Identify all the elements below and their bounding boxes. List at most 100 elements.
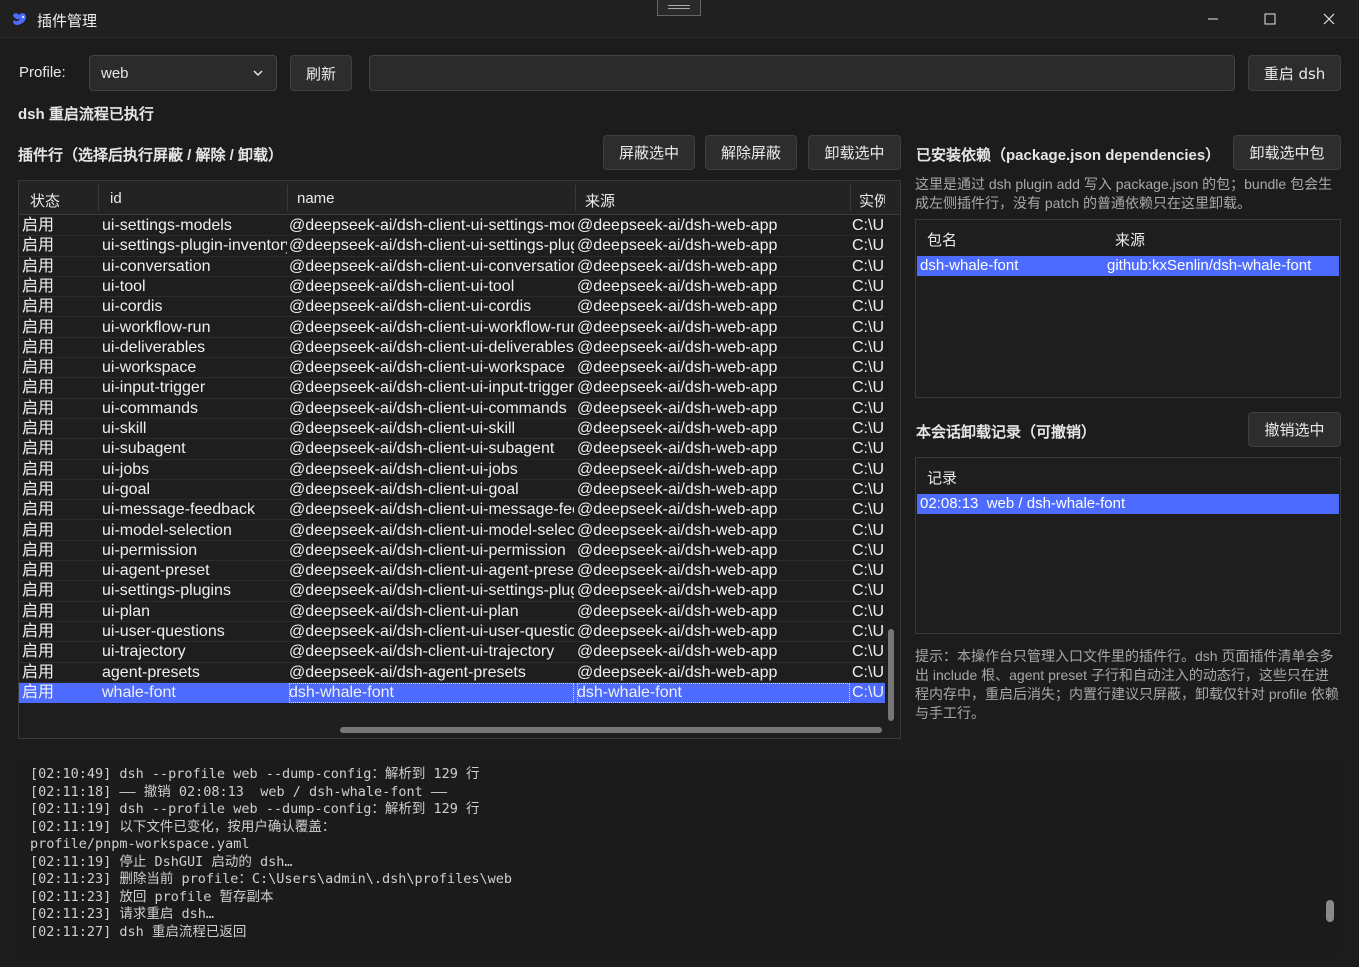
undo-selected-button[interactable]: 撤销选中	[1248, 412, 1341, 447]
log-line: profile/pnpm-workspace.yaml	[30, 836, 250, 852]
cell-path: C:\U	[852, 623, 884, 640]
cell-id: ui-settings-models	[102, 217, 232, 234]
cell-path: C:\U	[852, 257, 884, 275]
table-row[interactable]: 启用 ui-message-feedback @deepseek-ai/dsh-cl…	[19, 500, 885, 521]
profile-select-value: web	[101, 65, 129, 82]
cell-path: C:\U	[852, 643, 884, 661]
minimize-button[interactable]	[1184, 0, 1242, 38]
table-row[interactable]: 启用 ui-trajectory @deepseek-ai/dsh-client-u…	[19, 642, 885, 663]
table-row[interactable]: 启用 ui-commands @deepseek-ai/dsh-client-ui-…	[19, 399, 885, 419]
table-row[interactable]: 启用 ui-agent-preset @deepseek-ai/dsh-client…	[19, 561, 885, 582]
block-selected-button[interactable]: 屏蔽选中	[603, 135, 695, 170]
unblock-button[interactable]: 解除屏蔽	[705, 135, 797, 170]
plugins-section-title: 插件行（选择后执行屏蔽 / 解除 / 卸载）	[18, 147, 284, 164]
log-scrollbar[interactable]	[1326, 900, 1334, 922]
cell-state: 启用	[22, 501, 55, 519]
plugins-table: 状态 id name 来源 实例 启用 ui-settings-models @de…	[18, 180, 901, 739]
cell-id: ui-user-questions	[102, 623, 225, 640]
column-divider[interactable]	[98, 185, 99, 211]
cell-source: @deepseek-ai/dsh-web-app	[577, 480, 778, 498]
cell-state: 启用	[22, 379, 55, 397]
log-line: [02:11:19] dsh --profile web --dump-conf…	[30, 801, 480, 817]
table-row[interactable]: 启用 ui-plan @deepseek-ai/dsh-client-ui-plan…	[19, 602, 885, 622]
cell-name: @deepseek-ai/dsh-client-ui-commands	[289, 399, 567, 417]
table-row[interactable]: 启用 ui-permission @deepseek-ai/dsh-client-u…	[19, 541, 885, 562]
cell-state: 启用	[22, 237, 55, 255]
table-row[interactable]: 启用 ui-settings-plugins @deepseek-ai/dsh-cl…	[19, 581, 885, 602]
column-header-state[interactable]: 状态	[30, 190, 60, 211]
log-line: [02:11:23] 删除当前 profile：C:\Users\admin\.…	[30, 871, 513, 887]
table-row[interactable]: 启用 ui-skill @deepseek-ai/dsh-client-ui-ski…	[19, 419, 885, 440]
table-row[interactable]: 启用 ui-input-trigger @deepseek-ai/dsh-clien…	[19, 378, 885, 399]
table-row[interactable]: 启用 ui-model-selection @deepseek-ai/dsh-cli…	[19, 521, 885, 541]
vertical-scrollbar[interactable]	[888, 629, 894, 721]
uninstall-selected-button[interactable]: 卸载选中	[808, 135, 901, 170]
log-line: [02:11:23] 放回 profile 暂存副本	[30, 888, 274, 905]
column-header-id[interactable]: id	[110, 190, 122, 207]
table-row[interactable]: 启用 ui-workspace @deepseek-ai/dsh-client-ui…	[19, 358, 885, 379]
table-row[interactable]: 启用 ui-goal @deepseek-ai/dsh-client-ui-goal…	[19, 480, 885, 501]
table-row[interactable]: 启用 ui-conversation @deepseek-ai/dsh-client…	[19, 257, 885, 277]
cell-state: 启用	[22, 338, 55, 356]
column-divider[interactable]	[850, 185, 851, 211]
cell-source: @deepseek-ai/dsh-web-app	[577, 460, 778, 478]
log-output[interactable]: [02:10:49] dsh --profile web --dump-conf…	[18, 758, 1341, 957]
deps-row-name: dsh-whale-font	[920, 257, 1019, 274]
cell-name: @deepseek-ai/dsh-client-ui-cordis	[289, 298, 532, 316]
cell-name: @deepseek-ai/dsh-client-ui-tool	[289, 277, 515, 295]
drag-handle[interactable]	[657, 0, 701, 16]
column-header-source[interactable]: 来源	[585, 190, 615, 211]
log-line: [02:11:19] 停止 DshGUI 启动的 dsh…	[30, 853, 293, 870]
restart-dsh-button[interactable]: 重启 dsh	[1248, 55, 1341, 91]
table-row[interactable]: 启用 ui-tool @deepseek-ai/dsh-client-ui-tool…	[19, 277, 885, 298]
column-header-record[interactable]: 记录	[927, 467, 957, 488]
history-row[interactable]: 02:08:13 web / dsh-whale-font	[917, 494, 1339, 514]
table-row[interactable]: 启用 whale-font dsh-whale-font dsh-whale-font…	[19, 682, 885, 704]
column-header-name[interactable]: name	[297, 190, 335, 207]
cell-name: @deepseek-ai/dsh-client-ui-model-selecti…	[289, 521, 574, 539]
column-header-dep-source[interactable]: 来源	[1115, 229, 1145, 250]
close-button[interactable]	[1300, 0, 1358, 38]
cell-name: @deepseek-ai/dsh-client-ui-workspace	[289, 359, 565, 377]
cell-path: C:\U	[852, 277, 884, 295]
cell-source: @deepseek-ai/dsh-web-app	[577, 338, 778, 356]
table-row[interactable]: 启用 ui-cordis @deepseek-ai/dsh-client-ui-co…	[19, 297, 885, 318]
horizontal-scrollbar[interactable]	[340, 727, 882, 733]
history-list: 记录 02:08:13 web / dsh-whale-font	[915, 457, 1341, 634]
cell-state: 启用	[22, 663, 55, 681]
cell-path: C:\U	[852, 237, 884, 255]
column-header-package[interactable]: 包名	[927, 229, 957, 250]
table-row[interactable]: 启用 ui-user-questions @deepseek-ai/dsh-clie…	[19, 622, 885, 643]
table-row[interactable]: 启用 ui-subagent @deepseek-ai/dsh-client-ui-…	[19, 439, 885, 460]
cell-state: 启用	[22, 602, 55, 620]
table-row[interactable]: 启用 ui-settings-plugin-inventory @deepseek-…	[19, 236, 885, 257]
command-input[interactable]	[369, 55, 1235, 91]
cell-path: C:\U	[852, 562, 884, 580]
table-row[interactable]: 启用 ui-workflow-run @deepseek-ai/dsh-client…	[19, 318, 885, 338]
column-header-path[interactable]: 实例	[859, 190, 885, 211]
uninstall-package-button[interactable]: 卸载选中包	[1233, 135, 1341, 170]
table-row[interactable]: 启用 ui-deliverables @deepseek-ai/dsh-client…	[19, 338, 885, 359]
refresh-button[interactable]: 刷新	[290, 55, 352, 91]
table-row[interactable]: 启用 ui-settings-models @deepseek-ai/dsh-cli…	[19, 216, 885, 237]
cell-source: @deepseek-ai/dsh-web-app	[577, 399, 778, 417]
close-icon	[1323, 13, 1335, 25]
cell-source: @deepseek-ai/dsh-web-app	[577, 541, 778, 559]
cell-name: @deepseek-ai/dsh-client-ui-settings-plug…	[289, 237, 574, 255]
cell-state: 启用	[22, 683, 55, 701]
cell-path: C:\U	[852, 359, 884, 377]
cell-path: C:\U	[852, 541, 884, 559]
cell-path: C:\U	[852, 602, 884, 620]
table-row[interactable]: 启用 agent-presets @deepseek-ai/dsh-agent-pr…	[19, 663, 885, 683]
deps-row[interactable]: dsh-whale-font github:kxSenlin/dsh-whale…	[917, 256, 1339, 276]
cell-source: @deepseek-ai/dsh-web-app	[577, 420, 778, 437]
table-row[interactable]: 启用 ui-jobs @deepseek-ai/dsh-client-ui-jobs…	[19, 460, 885, 480]
cell-state: 启用	[22, 460, 55, 478]
deps-description: 这里是通过 dsh plugin add 写入 package.json 的包；…	[915, 176, 1333, 211]
column-divider[interactable]	[287, 185, 288, 211]
column-divider[interactable]	[575, 185, 576, 211]
maximize-button[interactable]	[1241, 0, 1299, 38]
cell-source: @deepseek-ai/dsh-web-app	[577, 501, 778, 519]
cell-id: ui-agent-preset	[102, 562, 210, 580]
profile-select[interactable]: web	[89, 55, 277, 91]
